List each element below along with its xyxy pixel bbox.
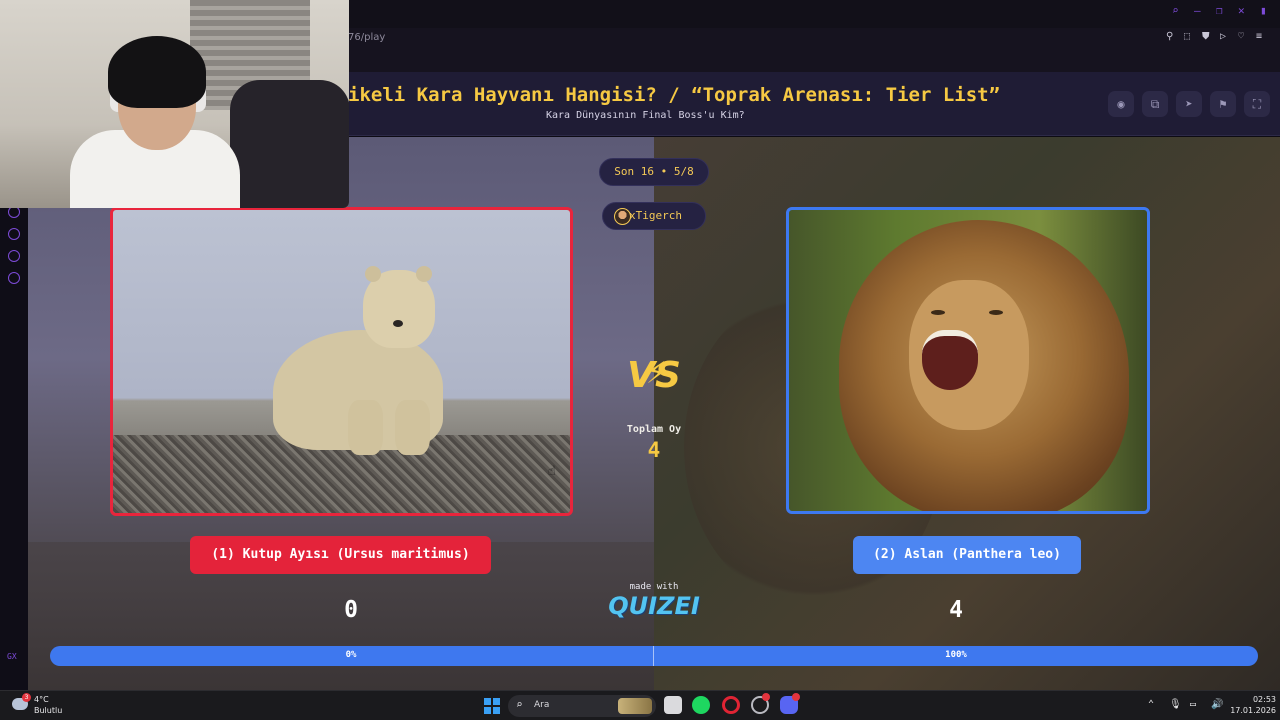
shield-icon[interactable]: ⛊ xyxy=(1202,31,1212,43)
option-left-button[interactable]: (1) Kutup Ayısı (Ursus maritimus) xyxy=(190,536,491,574)
left-percent: 0% xyxy=(345,650,357,660)
search-icon[interactable]: ⌕ xyxy=(1172,5,1184,17)
heart-icon[interactable]: ♡ xyxy=(1238,31,1248,43)
mouse-cursor-icon: ☝ xyxy=(548,464,556,479)
option-right-button[interactable]: (2) Aslan (Panthera leo) xyxy=(853,536,1081,574)
play-icon[interactable]: ▷ xyxy=(1220,31,1230,43)
copy-icon[interactable]: ⧉ xyxy=(1142,91,1168,117)
url-text[interactable]: 76/play xyxy=(348,32,385,43)
made-with-label: made with xyxy=(629,582,679,592)
close-icon[interactable]: ✕ xyxy=(1238,5,1250,17)
restore-icon[interactable]: ❐ xyxy=(1216,5,1228,17)
clock-date[interactable]: 17.01.2026 xyxy=(1226,706,1276,715)
total-votes-value: 4 xyxy=(647,438,661,462)
send-icon[interactable]: ➤ xyxy=(1176,91,1202,117)
sidebar-icon[interactable]: ▮ xyxy=(1260,5,1272,17)
opera-gx-icon[interactable] xyxy=(722,696,740,714)
vote-progress-bar: 0% 100% xyxy=(50,646,1258,666)
chevron-up-icon[interactable]: ⌃ xyxy=(1148,698,1160,712)
clock-time[interactable]: 02:53 xyxy=(1236,695,1276,704)
option-left-image[interactable] xyxy=(110,207,573,516)
page-subtitle: Kara Dünyasının Final Boss'u Kim? xyxy=(546,110,745,121)
display-icon[interactable]: ▭ xyxy=(1190,698,1202,712)
search-highlight-icon xyxy=(618,698,652,714)
weather-temp[interactable]: 4°C xyxy=(34,695,49,704)
page-title: ikeli Kara Hayvanı Hangisi? / “Toprak Ar… xyxy=(348,84,1001,106)
quizei-logo[interactable]: QUIZEI xyxy=(604,592,704,620)
weather-badge: 3 xyxy=(22,693,31,702)
right-percent: 100% xyxy=(945,650,967,660)
avatar xyxy=(614,208,631,225)
left-vote-count: 0 xyxy=(344,597,358,623)
option-right-image[interactable] xyxy=(786,207,1150,514)
taskbar-search[interactable]: ⌕ Ara xyxy=(508,695,656,717)
right-vote-count: 4 xyxy=(949,597,963,623)
menu-icon[interactable]: ≡ xyxy=(1256,31,1266,43)
notification-badge xyxy=(762,693,770,701)
sidebar-extensions-icon[interactable] xyxy=(8,250,20,262)
pin-icon[interactable]: ⚲ xyxy=(1166,31,1176,43)
header-actions: ◉ ⧉ ➤ ⚑ ⛶ xyxy=(1108,91,1270,117)
minimize-icon[interactable]: — xyxy=(1194,5,1206,17)
sidebar-history-icon[interactable] xyxy=(8,228,20,240)
system-tray: ⌃ 🎙 ▭ 🔊 xyxy=(1148,698,1223,712)
start-icon[interactable] xyxy=(484,698,500,714)
eye-icon[interactable]: ◉ xyxy=(1108,91,1134,117)
screen: ⌕ — ❐ ✕ ▮ 76/play ⚲ ⬚ ⛊ ▷ ♡ ≡ GX ikeli K… xyxy=(0,0,1280,720)
window-controls: ⌕ — ❐ ✕ ▮ xyxy=(1172,5,1272,17)
snapshot-icon[interactable]: ⬚ xyxy=(1184,31,1194,43)
file-explorer-icon[interactable] xyxy=(664,696,682,714)
weather-desc[interactable]: Bulutlu xyxy=(34,706,62,715)
round-indicator: Son 16 • 5/8 xyxy=(599,158,709,186)
gx-icon[interactable]: GX xyxy=(7,652,17,661)
sidebar-settings-icon[interactable] xyxy=(8,272,20,284)
match-stage: Son 16 • 5/8 xTigerch VS ⚡ Toplam Oy 4 (… xyxy=(28,137,1280,690)
spotify-icon[interactable] xyxy=(692,696,710,714)
volume-icon[interactable]: 🔊 xyxy=(1211,698,1223,712)
taskbar: 3 4°C Bulutlu ⌕ Ara ⌃ 🎙 ▭ 🔊 02:53 17.01.… xyxy=(0,690,1280,720)
discord-badge xyxy=(792,693,800,701)
total-votes-label: Toplam Oy xyxy=(626,424,682,435)
fullscreen-icon[interactable]: ⛶ xyxy=(1244,91,1270,117)
flag-icon[interactable]: ⚑ xyxy=(1210,91,1236,117)
search-icon: ⌕ xyxy=(516,698,523,711)
webcam-overlay xyxy=(0,0,349,208)
search-placeholder: Ara xyxy=(534,700,550,710)
user-pill: xTigerch xyxy=(602,202,706,230)
username: xTigerch xyxy=(629,209,682,222)
lightning-icon: ⚡ xyxy=(646,352,667,392)
microphone-icon[interactable]: 🎙 xyxy=(1169,698,1182,712)
extension-icons: ⚲ ⬚ ⛊ ▷ ♡ ≡ xyxy=(1166,31,1266,43)
